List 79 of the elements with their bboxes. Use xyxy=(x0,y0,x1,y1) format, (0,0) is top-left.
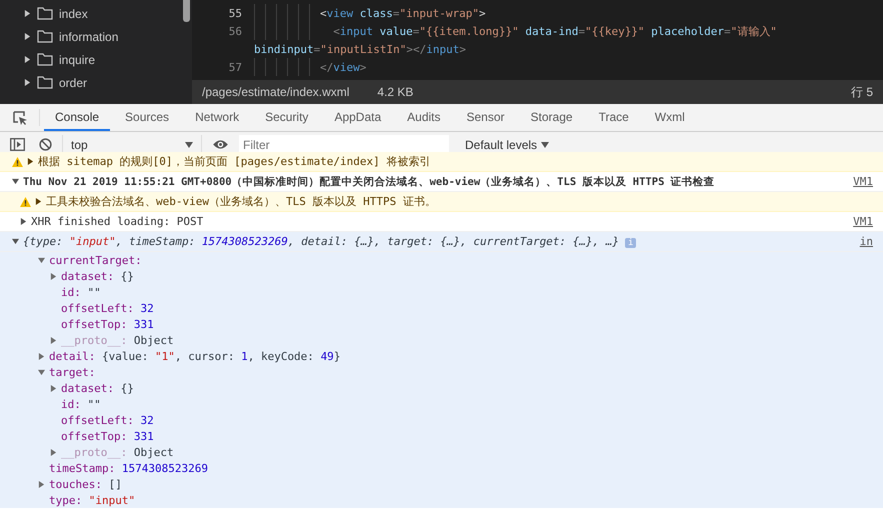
expand-arrow-icon[interactable] xyxy=(27,158,34,165)
folder-name[interactable]: order xyxy=(59,76,88,90)
property-line: type: "input" xyxy=(49,494,136,506)
property-line: offsetTop: 331 xyxy=(61,430,154,442)
folder-icon xyxy=(37,30,53,43)
line-number: 57 xyxy=(228,60,243,74)
eye-icon[interactable] xyxy=(212,139,229,150)
devtools-tab[interactable]: Security xyxy=(254,104,320,131)
levels-dropdown[interactable]: Default levels xyxy=(459,136,556,152)
property-line[interactable]: currentTarget: xyxy=(49,254,148,266)
filter-field[interactable]: Filter xyxy=(239,134,449,154)
expand-arrow-icon[interactable] xyxy=(38,480,45,488)
devtools-tab[interactable]: Sensor xyxy=(456,104,516,131)
expand-arrow-icon[interactable] xyxy=(38,368,45,376)
property-line: offsetTop: 331 xyxy=(61,318,154,330)
line-number: 56 xyxy=(228,24,243,38)
folder-icon xyxy=(37,53,53,66)
property-line: timeStamp: 1574308523269 xyxy=(49,462,208,474)
line-number: 55 xyxy=(228,6,243,20)
expand-arrow-icon[interactable] xyxy=(50,448,57,456)
expand-arrow-icon[interactable] xyxy=(12,238,19,245)
code-line: bindinput="inputListIn"></input> xyxy=(254,42,466,56)
devtools-tab[interactable]: Audits xyxy=(396,104,452,131)
expand-arrow-icon[interactable] xyxy=(24,33,31,40)
cursor-position: 行 5 xyxy=(850,84,873,100)
code-line: </view> xyxy=(320,60,366,74)
devtools-tab[interactable]: Sources xyxy=(114,104,180,131)
expand-arrow-icon[interactable] xyxy=(38,256,45,264)
clear-icon[interactable] xyxy=(39,138,52,151)
devtools-tab[interactable]: Trace xyxy=(588,104,640,131)
expand-arrow-icon[interactable] xyxy=(50,384,57,392)
property-line[interactable]: dataset: {} xyxy=(61,270,134,282)
expand-arrow-icon[interactable] xyxy=(35,198,42,205)
warning-icon xyxy=(12,156,23,166)
source-link[interactable]: VM1 xyxy=(853,175,873,188)
scrollbar-thumb[interactable] xyxy=(183,0,190,22)
expand-arrow-icon[interactable] xyxy=(24,79,31,86)
folder-icon xyxy=(37,7,53,20)
devtools-tab[interactable]: Wxml xyxy=(644,104,696,131)
caret-icon xyxy=(185,142,193,148)
property-line[interactable]: touches: [] xyxy=(49,478,122,490)
object-summary[interactable]: {type: "input", timeStamp: 1574308523269, detail: {…}, target: {…}, currentTarget: {…}, …} i xyxy=(23,235,636,248)
devtools-tab[interactable]: Network xyxy=(184,104,250,131)
expand-arrow-icon[interactable] xyxy=(12,178,19,185)
property-line: offsetLeft: 32 xyxy=(61,414,154,426)
property-line[interactable]: __proto__: Object xyxy=(61,334,174,346)
console-message: 根据 sitemap 的规则[0]，当前页面 [pages/estimate/index] 将被索引 xyxy=(38,154,432,169)
property-line[interactable]: __proto__: Object xyxy=(61,446,174,458)
caret-icon xyxy=(541,142,550,148)
expand-arrow-icon[interactable] xyxy=(20,218,27,225)
expand-arrow-icon[interactable] xyxy=(50,272,57,280)
property-line: id: "" xyxy=(61,286,101,298)
expand-arrow-icon[interactable] xyxy=(24,10,31,17)
inspect-icon[interactable] xyxy=(12,110,28,126)
property-line: offsetLeft: 32 xyxy=(61,302,154,314)
warning-icon xyxy=(20,196,31,206)
folder-icon xyxy=(37,76,53,89)
property-line[interactable]: detail: {value: "1", cursor: 1, keyCode: 49} xyxy=(49,350,340,362)
source-link[interactable]: VM1 xyxy=(853,215,873,228)
expand-arrow-icon[interactable] xyxy=(50,336,57,344)
console-message: XHR finished loading: POST xyxy=(31,215,204,228)
folder-name[interactable]: inquire xyxy=(59,52,96,66)
property-line: id: "" xyxy=(61,398,101,410)
console-message: 工具未校验合法域名、web-view（业务域名）、TLS 版本以及 HTTPS 证书。 xyxy=(46,194,437,209)
code-line: <view class="input-wrap"> xyxy=(320,6,486,20)
property-line[interactable]: target: xyxy=(49,366,102,378)
sidebar-toggle-icon[interactable] xyxy=(10,138,25,151)
expand-arrow-icon[interactable] xyxy=(24,56,31,63)
folder-name[interactable]: index xyxy=(59,6,88,20)
property-line[interactable]: dataset: {} xyxy=(61,382,134,394)
file-path: /pages/estimate/index.wxml xyxy=(202,85,350,99)
expand-arrow-icon[interactable] xyxy=(38,352,45,360)
file-size: 4.2 KB xyxy=(377,85,414,99)
console-message: Thu Nov 21 2019 11:55:21 GMT+0800（中国标准时间）配置中关闭合法域名、web-view（业务域名）、TLS 版本以及 HTTPS 证书检查 xyxy=(23,174,716,188)
devtools-tab[interactable]: Storage xyxy=(520,104,584,131)
folder-name[interactable]: information xyxy=(59,30,118,44)
source-link[interactable]: in xyxy=(860,235,873,248)
devtools-tab[interactable]: AppData xyxy=(323,104,392,131)
code-line: <input value="{{item.long}}" data-ind="{{key}}" placeholder="请输入" xyxy=(332,24,777,38)
